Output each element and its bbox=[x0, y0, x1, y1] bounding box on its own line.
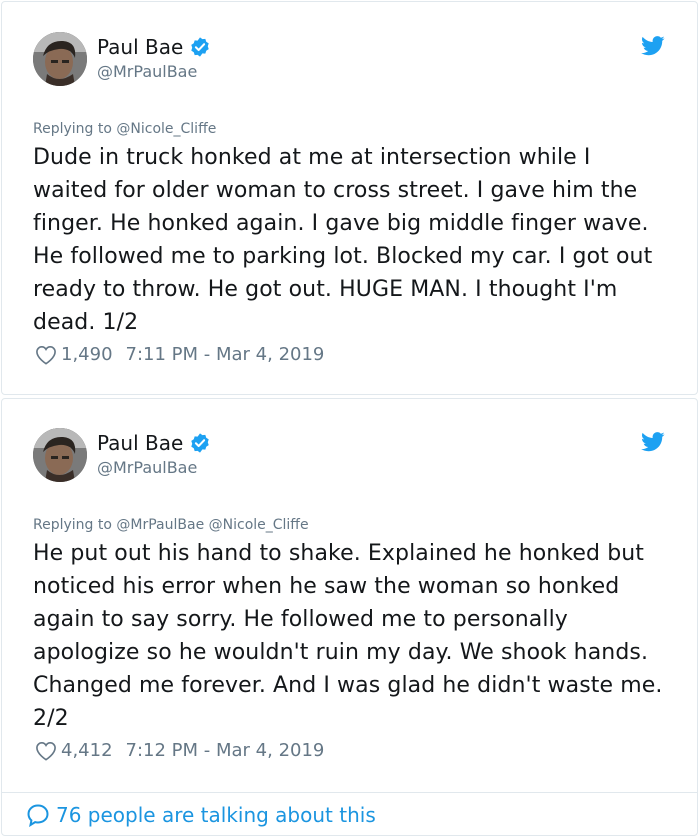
reply-mentions[interactable]: @Nicole_Cliffe bbox=[116, 121, 216, 137]
tweet-timestamp[interactable]: 7:11 PM - Mar 4, 2019 bbox=[126, 344, 325, 365]
tweet-header: Paul Bae @MrPaulBae bbox=[33, 32, 697, 92]
verified-badge-icon bbox=[189, 36, 211, 58]
like-count[interactable]: 4,412 bbox=[61, 740, 113, 761]
tweet-timestamp[interactable]: 7:12 PM - Mar 4, 2019 bbox=[126, 740, 325, 761]
tweet-meta: 4,412 7:12 PM - Mar 4, 2019 bbox=[35, 740, 324, 761]
tweet-header: Paul Bae @MrPaulBae bbox=[33, 428, 697, 488]
replying-to: Replying to @Nicole_Cliffe bbox=[33, 121, 216, 137]
tweet-card-1: Paul Bae @MrPaulBae Replying to @Nicole_… bbox=[1, 1, 698, 395]
author-name[interactable]: Paul Bae bbox=[97, 35, 183, 59]
author-name[interactable]: Paul Bae bbox=[97, 431, 183, 455]
reply-mentions[interactable]: @MrPaulBae @Nicole_Cliffe bbox=[116, 517, 308, 533]
tweet-text: Dude in truck honked at me at intersecti… bbox=[33, 145, 653, 335]
name-row: Paul Bae bbox=[97, 430, 211, 456]
avatar[interactable] bbox=[33, 428, 87, 482]
author-handle[interactable]: @MrPaulBae bbox=[97, 62, 211, 81]
speech-bubble-icon bbox=[26, 803, 50, 828]
verified-badge-icon bbox=[189, 432, 211, 454]
author-block: Paul Bae @MrPaulBae bbox=[97, 430, 211, 477]
like-count[interactable]: 1,490 bbox=[61, 344, 113, 365]
heart-icon[interactable] bbox=[35, 741, 57, 761]
name-row: Paul Bae bbox=[97, 34, 211, 60]
tweet-card-2: Paul Bae @MrPaulBae Replying to @MrPaulB… bbox=[1, 398, 698, 836]
author-block: Paul Bae @MrPaulBae bbox=[97, 34, 211, 81]
tweet-meta: 1,490 7:11 PM - Mar 4, 2019 bbox=[35, 344, 324, 365]
replying-to-label: Replying to bbox=[33, 517, 117, 533]
conversation-footer[interactable]: 76 people are talking about this bbox=[2, 792, 697, 837]
heart-icon[interactable] bbox=[35, 345, 57, 365]
twitter-bird-icon[interactable] bbox=[641, 432, 665, 452]
talking-count-link[interactable]: 76 people are talking about this bbox=[56, 803, 376, 827]
twitter-bird-icon[interactable] bbox=[641, 36, 665, 56]
author-handle[interactable]: @MrPaulBae bbox=[97, 458, 211, 477]
tweet-text: He put out his hand to shake. Explained … bbox=[33, 541, 663, 731]
avatar[interactable] bbox=[33, 32, 87, 86]
replying-to: Replying to @MrPaulBae @Nicole_Cliffe bbox=[33, 517, 309, 533]
replying-to-label: Replying to bbox=[33, 121, 117, 137]
